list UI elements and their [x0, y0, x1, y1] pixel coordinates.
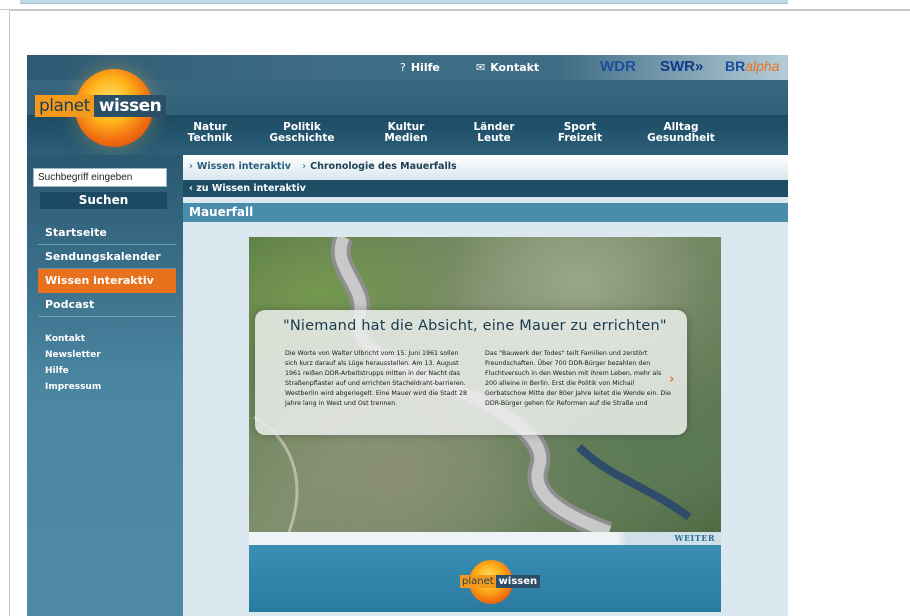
planet-wissen-site: planet wissen ? Hilfe ✉ Kontakt WDR SWR» B…	[27, 55, 788, 616]
br-alpha-logo[interactable]: BRalpha	[725, 58, 780, 74]
breadcrumb-link[interactable]: Wissen interaktiv	[197, 161, 291, 172]
search-button[interactable]: Suchen	[40, 192, 167, 209]
intro-text-right: Das "Bauwerk der Todes" teilt Familien u…	[485, 350, 671, 408]
next-arrow-icon[interactable]: ›	[669, 372, 674, 387]
sidebar-menu: Startseite Sendungskalender Wissen inter…	[38, 221, 176, 317]
nav-kultur-medien[interactable]: Kultur Medien	[361, 122, 451, 144]
site-header: planet wissen ? Hilfe ✉ Kontakt WDR SWR» B…	[27, 55, 788, 155]
sidebar-item-startseite[interactable]: Startseite	[38, 221, 176, 245]
submenu-impressum[interactable]: Impressum	[45, 379, 101, 395]
aerial-map-image: "Niemand hat die Absicht, eine Mauer zu …	[249, 237, 721, 532]
nav-alltag-gesundheit[interactable]: Alltag Gesundheit	[636, 122, 726, 144]
sidebar: Suchen Startseite Sendungskalender Wisse…	[27, 155, 183, 616]
top-scrollbar[interactable]	[20, 0, 788, 4]
sidebar-item-podcast[interactable]: Podcast	[38, 293, 176, 317]
intro-text-left: Die Worte von Walter Ulbricht vom 15. Ju…	[285, 350, 467, 408]
interactive-stage: "Niemand hat die Absicht, eine Mauer zu …	[249, 237, 721, 612]
breadcrumb: › Wissen interaktiv › Chronologie des Maue…	[183, 155, 788, 180]
nav-laender-leute[interactable]: Länder Leute	[449, 122, 539, 144]
contact-link[interactable]: ✉ Kontakt	[476, 61, 539, 74]
logo-part-planet: planet	[35, 95, 94, 117]
back-link[interactable]: ‹ zu Wissen interaktiv	[183, 180, 788, 197]
question-icon: ?	[400, 61, 406, 74]
quote-heading: "Niemand hat die Absicht, eine Mauer zu …	[283, 318, 667, 334]
sidebar-item-sendungskalender[interactable]: Sendungskalender	[38, 245, 176, 269]
submenu-kontakt[interactable]: Kontakt	[45, 331, 101, 347]
help-link[interactable]: ? Hilfe	[400, 61, 440, 74]
stage-footer: planet wissen	[249, 545, 721, 612]
nav-sport-freizeit[interactable]: Sport Freizeit	[535, 122, 625, 144]
chevron-right-icon: ›	[302, 161, 307, 172]
main-content: › Wissen interaktiv › Chronologie des Maue…	[183, 155, 788, 616]
browser-top-strip	[0, 0, 910, 10]
submenu-newsletter[interactable]: Newsletter	[45, 347, 101, 363]
sidebar-submenu: Kontakt Newsletter Hilfe Impressum	[45, 331, 101, 395]
page-title: Mauerfall	[183, 203, 788, 222]
logo-part-wissen: wissen	[93, 95, 167, 117]
intro-text-panel: "Niemand hat die Absicht, eine Mauer zu …	[255, 310, 687, 435]
sidebar-item-wissen-interaktiv[interactable]: Wissen interaktiv	[38, 269, 176, 293]
chevron-left-icon: ‹	[189, 183, 193, 194]
nav-politik-geschichte[interactable]: Politik Geschichte	[257, 122, 347, 144]
nav-natur-technik[interactable]: Natur Technik	[165, 122, 255, 144]
breadcrumb-current: Chronologie des Mauerfalls	[310, 161, 457, 172]
footer-logo: planet wissen	[460, 575, 541, 588]
submenu-hilfe[interactable]: Hilfe	[45, 363, 101, 379]
search-input[interactable]	[33, 168, 167, 187]
chevron-right-icon: ›	[189, 161, 193, 172]
weiter-button[interactable]: WEITER	[674, 533, 715, 543]
swr-logo[interactable]: SWR»	[660, 58, 703, 75]
wdr-logo[interactable]: WDR	[600, 58, 636, 75]
site-logo[interactable]: planet wissen	[35, 95, 167, 117]
weiter-bar: WEITER	[249, 532, 721, 545]
envelope-icon: ✉	[476, 61, 486, 74]
